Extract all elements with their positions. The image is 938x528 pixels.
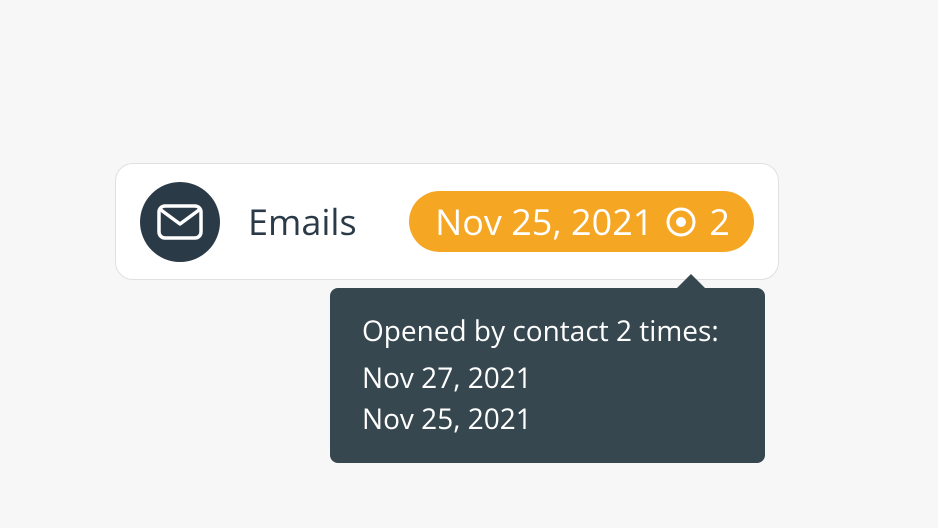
badge-date: Nov 25, 2021 bbox=[435, 197, 653, 246]
badge-count: 2 bbox=[709, 197, 730, 246]
emails-label: Emails bbox=[248, 197, 357, 246]
tooltip-date-0: Nov 27, 2021 bbox=[362, 358, 733, 399]
emails-card[interactable]: Emails Nov 25, 2021 2 bbox=[115, 163, 779, 280]
eye-icon bbox=[665, 206, 697, 238]
mail-icon bbox=[157, 204, 203, 240]
mail-icon-circle bbox=[140, 182, 220, 262]
open-history-tooltip: Opened by contact 2 times: Nov 27, 2021 … bbox=[330, 288, 765, 463]
email-open-badge[interactable]: Nov 25, 2021 2 bbox=[409, 191, 754, 252]
tooltip-date-1: Nov 25, 2021 bbox=[362, 399, 733, 440]
tooltip-header: Opened by contact 2 times: bbox=[362, 312, 733, 350]
